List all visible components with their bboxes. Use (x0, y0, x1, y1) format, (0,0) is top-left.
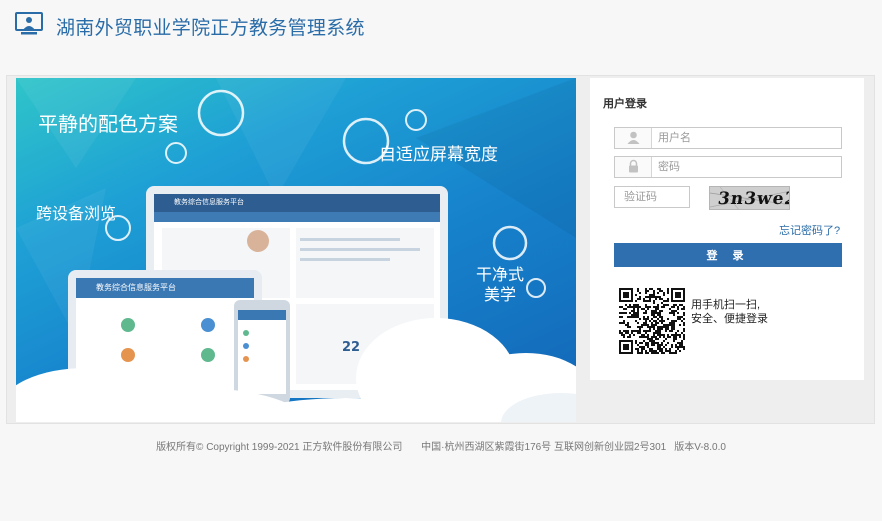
promo-banner: 平静的配色方案 自适应屏幕宽度 跨设备浏览 干净式 美学 教务综合信息服务平台 … (16, 78, 576, 422)
header: 湖南外贸职业学院正方教务管理系统 (0, 0, 882, 50)
captcha-input[interactable] (615, 187, 689, 207)
username-field (614, 127, 842, 149)
footer: 版权所有© Copyright 1999-2021 正方软件股份有限公司 中国·… (0, 438, 882, 453)
mock-calendar-day: 22 (342, 340, 361, 355)
mock-laptop-title: 教务综合信息服务平台 (174, 198, 244, 206)
slogan-cross-device: 跨设备浏览 (36, 204, 117, 223)
lock-icon (615, 157, 652, 177)
qr-hint: 用手机扫一扫, 安全、便捷登录 (691, 298, 781, 326)
user-icon (615, 128, 652, 148)
login-button[interactable]: 登 录 (614, 243, 842, 267)
system-title: 湖南外贸职业学院正方教务管理系统 (56, 18, 365, 39)
login-panel: 用户登录 3n3we2 忘记密码了? 登 录 用手机扫一扫, 安全、便捷登录 (590, 78, 864, 380)
slogan-adaptive: 自适应屏幕宽度 (379, 145, 498, 165)
footer-version: 版本V-8.0.0 (674, 442, 726, 453)
slogan-color-scheme: 平静的配色方案 (38, 112, 178, 136)
login-title: 用户登录 (603, 98, 647, 110)
captcha-field (614, 186, 690, 208)
qr-code-icon (619, 288, 685, 354)
slogan-aesthetics: 美学 (484, 285, 517, 304)
qr-hint-line2: 安全、便捷登录 (691, 313, 768, 325)
password-input[interactable] (653, 157, 841, 177)
password-field (614, 156, 842, 178)
qr-hint-line1: 用手机扫一扫, (691, 299, 761, 311)
footer-copyright: 版权所有© Copyright 1999-2021 正方软件股份有限公司 (156, 442, 403, 453)
monitor-user-icon (15, 12, 43, 35)
mock-tablet-title: 教务综合信息服务平台 (96, 283, 176, 292)
captcha-text: 3n3we2 (716, 189, 790, 209)
footer-address: 中国·杭州西湖区紫霞街176号 互联网创新创业园2号301 (421, 442, 667, 453)
captcha-image[interactable]: 3n3we2 (709, 186, 790, 210)
username-input[interactable] (653, 128, 841, 148)
forgot-password-link[interactable]: 忘记密码了? (779, 222, 840, 238)
